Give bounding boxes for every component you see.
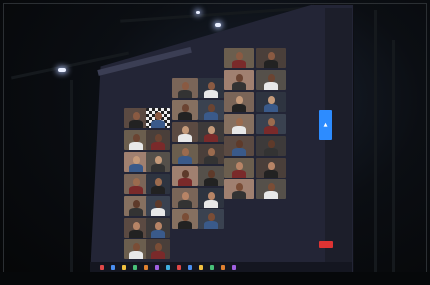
participant-tile[interactable] <box>124 152 148 172</box>
taskbar-app-icon[interactable] <box>144 265 148 270</box>
participant-tile[interactable] <box>124 218 148 238</box>
participant-tile[interactable] <box>256 48 286 68</box>
participant-tile[interactable] <box>224 70 254 90</box>
truss-pole-far-right <box>392 40 395 272</box>
taskbar-app-icon[interactable] <box>155 265 159 270</box>
participant-tile[interactable] <box>146 174 170 194</box>
participant-tile[interactable] <box>256 70 286 90</box>
photo: ▲ <box>0 0 430 285</box>
participant-tile[interactable] <box>198 78 224 98</box>
screen-side-panel <box>325 8 352 274</box>
participant-tile[interactable] <box>198 209 224 229</box>
participant-tile[interactable] <box>146 130 170 150</box>
participant-tile[interactable] <box>198 100 224 120</box>
participant-tile[interactable] <box>124 174 148 194</box>
taskbar-app-icon[interactable] <box>133 265 137 270</box>
truss-pole-right <box>374 10 377 272</box>
participant-tile[interactable] <box>256 114 286 134</box>
participant-tile[interactable] <box>224 179 254 199</box>
participant-tile[interactable] <box>224 136 254 156</box>
taskbar-app-icon[interactable] <box>111 265 115 270</box>
participant-tile[interactable] <box>124 239 148 259</box>
taskbar-app-icon[interactable] <box>232 265 236 270</box>
participant-tile[interactable] <box>198 144 224 164</box>
participant-tile[interactable] <box>198 188 224 208</box>
participant-tile[interactable] <box>172 78 198 98</box>
taskbar-app-icon[interactable] <box>210 265 214 270</box>
taskbar-app-icon[interactable] <box>100 265 104 270</box>
share-screen-button[interactable]: ▲ <box>319 110 332 140</box>
taskbar-app-icon[interactable] <box>221 265 225 270</box>
participant-tile[interactable] <box>198 166 224 186</box>
participant-tile[interactable] <box>198 122 224 142</box>
participant-tile[interactable] <box>172 166 198 186</box>
participant-tile[interactable] <box>224 92 254 112</box>
participant-tile[interactable] <box>172 100 198 120</box>
truss-pole-left <box>70 80 73 272</box>
share-screen-icon: ▲ <box>323 122 328 128</box>
participant-tile[interactable] <box>146 239 170 259</box>
participant-tile[interactable] <box>146 108 170 128</box>
participant-tile[interactable] <box>256 136 286 156</box>
stage-light <box>58 68 66 72</box>
end-call-button[interactable] <box>319 241 333 248</box>
floor-shadow <box>0 272 430 285</box>
participant-tile[interactable] <box>124 108 148 128</box>
participant-tile[interactable] <box>172 188 198 208</box>
participant-tile[interactable] <box>224 48 254 68</box>
taskbar-app-icon[interactable] <box>166 265 170 270</box>
participant-tile[interactable] <box>172 209 198 229</box>
participant-tile[interactable] <box>172 122 198 142</box>
taskbar-app-icon[interactable] <box>177 265 181 270</box>
taskbar-app-icon[interactable] <box>188 265 192 270</box>
participant-tile[interactable] <box>124 196 148 216</box>
participant-tile[interactable] <box>224 114 254 134</box>
participant-tile[interactable] <box>146 152 170 172</box>
participant-tile[interactable] <box>256 158 286 178</box>
participant-tile[interactable] <box>256 92 286 112</box>
participant-tile[interactable] <box>146 196 170 216</box>
participant-tile[interactable] <box>172 144 198 164</box>
projection-screen: ▲ <box>90 4 354 276</box>
participant-tile[interactable] <box>256 179 286 199</box>
participant-tile[interactable] <box>146 218 170 238</box>
taskbar-app-icon[interactable] <box>122 265 126 270</box>
participant-tile[interactable] <box>124 130 148 150</box>
participant-tile[interactable] <box>224 158 254 178</box>
taskbar-app-icon[interactable] <box>199 265 203 270</box>
